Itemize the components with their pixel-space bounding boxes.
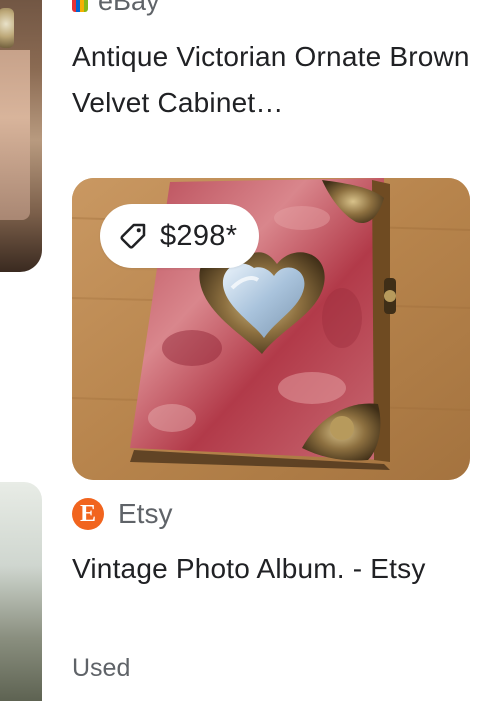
left-result-thumbnail-bottom[interactable] [0, 482, 42, 701]
result-source-etsy[interactable]: E Etsy [72, 498, 172, 530]
source-name: Etsy [118, 498, 173, 529]
price-badge: $298* [100, 204, 260, 268]
left-result-thumbnail-top[interactable] [0, 0, 42, 272]
result-source-ebay[interactable]: eBay [72, 0, 160, 17]
source-name: eBay [98, 0, 160, 16]
thumbnail-panel [0, 50, 30, 220]
etsy-icon: E [72, 498, 104, 530]
shopping-results-page: eBay Antique Victorian Ornate Brown Velv… [0, 0, 498, 701]
price-text: $298* [160, 219, 238, 252]
thumbnail-ornament [0, 8, 14, 48]
result-title-etsy[interactable]: Vintage Photo Album. - Etsy [72, 546, 472, 592]
result-title-ebay[interactable]: Antique Victorian Ornate Brown Velvet Ca… [72, 34, 472, 126]
condition-label: Used [72, 654, 131, 682]
price-tag-icon [120, 223, 146, 249]
ebay-icon [72, 0, 88, 12]
